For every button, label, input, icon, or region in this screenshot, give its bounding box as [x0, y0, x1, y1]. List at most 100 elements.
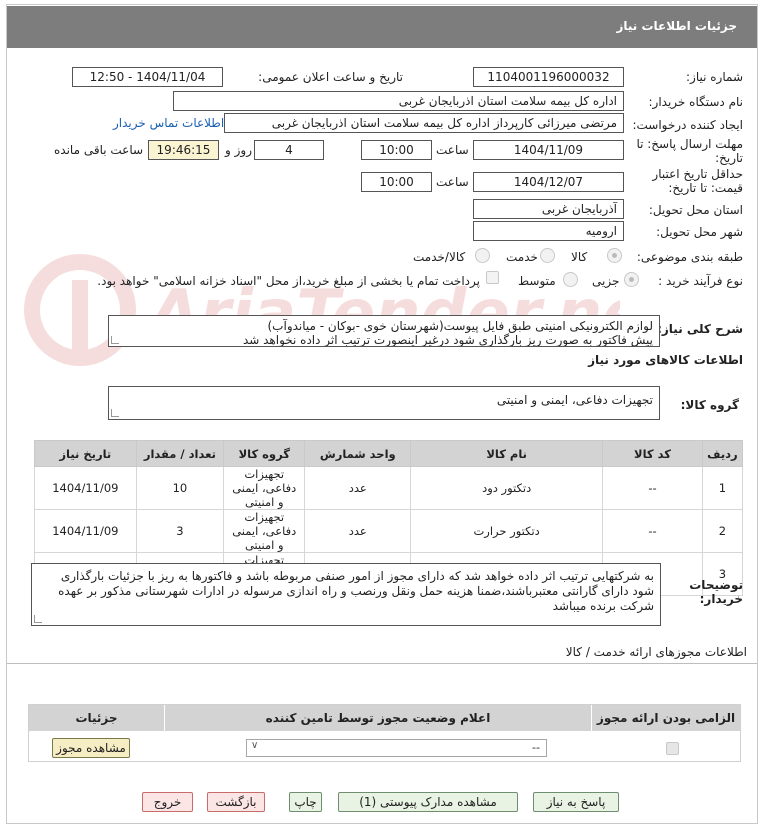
permit-required-checkbox[interactable]: [666, 742, 679, 755]
exit-button[interactable]: خروج: [142, 792, 193, 812]
col-group: گروه کالا: [223, 440, 306, 467]
cell-group: تجهیزات دفاعی، ایمنی و امنیتی: [223, 509, 306, 553]
deadline-label-line1: مهلت ارسال پاسخ: تا: [636, 137, 743, 151]
col-date: تاریخ نیاز: [34, 440, 137, 467]
validity-label: حداقل تاریخ اعتبار قیمت: تا تاریخ:: [633, 167, 743, 195]
col-unit: واحد شمارش: [304, 440, 412, 467]
general-desc-line2: پیش فاکتور به صورت ریز بارگذاری شود درغی…: [242, 333, 653, 347]
buyer-org-label: نام دستگاه خریدار:: [648, 95, 744, 109]
process-option-medium: متوسط: [518, 274, 556, 288]
process-option-minor: جزیی: [592, 274, 620, 288]
deadline-days-field: 4: [254, 140, 324, 160]
remaining-time-label: ساعت باقی مانده: [54, 143, 144, 157]
back-button[interactable]: بازگشت: [207, 792, 265, 812]
validity-label-line2: قیمت: تا تاریخ:: [668, 181, 743, 195]
print-button[interactable]: چاپ: [289, 792, 322, 812]
col-name: نام کالا: [410, 440, 604, 467]
cell-name: دتکتور حرارت: [410, 509, 604, 553]
permit-status-select[interactable]: -- ∨: [246, 739, 547, 757]
resize-handle-icon[interactable]: [34, 615, 42, 623]
validity-time-field: 10:00: [361, 172, 432, 192]
goods-group-textarea[interactable]: تجهیزات دفاعی، ایمنی و امنیتی: [108, 386, 660, 420]
cell-name: دتکتور دود: [410, 466, 604, 510]
category-option-goods: کالا: [571, 250, 588, 264]
announce-label: تاریخ و ساعت اعلان عمومی:: [258, 70, 403, 84]
buyer-notes-textarea[interactable]: به شرکتهایی ترتیب اثر داده خواهد شد که د…: [31, 563, 661, 626]
remaining-time-field: 19:46:15: [148, 140, 219, 160]
resize-handle-icon[interactable]: [111, 336, 119, 344]
buyer-notes-text: به شرکتهایی ترتیب اثر داده خواهد شد که د…: [58, 569, 654, 613]
permits-title: اطلاعات مجوزهای ارائه خدمت / کالا: [565, 645, 747, 659]
permit-status-value: --: [532, 741, 540, 754]
validity-time-label: ساعت: [436, 175, 469, 189]
category-label: طبقه بندی موضوعی:: [636, 250, 743, 264]
buyer-contact-link[interactable]: اطلاعات تماس خریدار: [113, 116, 224, 130]
cell-date: 1404/11/09: [34, 509, 137, 553]
col-row: ردیف: [701, 440, 744, 467]
treasury-checkbox[interactable]: [486, 271, 499, 284]
category-option-goods-service: کالا/خدمت: [413, 250, 466, 264]
general-desc-label: شرح کلی نیاز:: [657, 322, 743, 336]
reply-button[interactable]: پاسخ به نیاز: [533, 792, 619, 812]
resize-handle-icon[interactable]: [111, 409, 119, 417]
requester-label: ایجاد کننده درخواست:: [632, 118, 743, 132]
table-row: 2 -- دتکتور حرارت عدد تجهیزات دفاعی، ایم…: [34, 509, 744, 553]
buyer-notes-label: توضیحات خریدار:: [673, 578, 743, 606]
city-label: شهر محل تحویل:: [656, 225, 743, 239]
section-divider: [7, 663, 757, 664]
deadline-days-label: روز و: [225, 143, 252, 157]
city-field: ارومیه: [473, 221, 624, 241]
goods-table-header: ردیف کد کالا نام کالا واحد شمارش گروه کا…: [34, 440, 744, 467]
process-radio-medium[interactable]: [563, 272, 578, 287]
validity-label-line1: حداقل تاریخ اعتبار: [652, 167, 743, 181]
permits-table: الزامی بودن ارائه مجوز اعلام وضعیت مجوز …: [28, 704, 741, 762]
process-radio-minor[interactable]: [624, 272, 639, 287]
cell-code: --: [602, 466, 703, 510]
cell-unit: عدد: [304, 509, 412, 553]
province-label: استان محل تحویل:: [648, 203, 743, 217]
page-title: جزئیات اطلاعات نیاز: [616, 19, 737, 33]
view-permit-button[interactable]: مشاهده مجوز: [52, 738, 130, 758]
need-number-label: شماره نیاز:: [686, 70, 743, 84]
treasury-note: پرداخت تمام یا بخشی از مبلغ خرید،از محل …: [97, 274, 480, 288]
page-header: جزئیات اطلاعات نیاز: [7, 6, 757, 48]
buyer-notes-label-line2: خریدار:: [699, 592, 743, 606]
deadline-date-field: 1404/11/09: [473, 140, 624, 160]
permits-col-details: جزئیات: [75, 711, 118, 725]
cell-row: 2: [701, 509, 744, 553]
deadline-time-field: 10:00: [361, 140, 432, 160]
cell-unit: عدد: [304, 466, 412, 510]
cell-date: 1404/11/09: [34, 466, 137, 510]
process-label: نوع فرآیند خرید :: [658, 274, 743, 288]
permits-col-required: الزامی بودن ارائه مجوز: [596, 711, 736, 725]
validity-date-field: 1404/12/07: [473, 172, 624, 192]
goods-group-label: گروه کالا:: [680, 398, 739, 412]
goods-group-value: تجهیزات دفاعی، ایمنی و امنیتی: [496, 393, 653, 407]
chevron-down-icon: ∨: [251, 740, 259, 751]
attachments-button[interactable]: مشاهده مدارک پیوستی (1): [338, 792, 518, 812]
cell-group: تجهیزات دفاعی، ایمنی و امنیتی: [223, 466, 306, 510]
deadline-label: مهلت ارسال پاسخ: تا تاریخ:: [633, 137, 743, 165]
category-radio-goods[interactable]: [607, 248, 622, 263]
deadline-label-line2: تاریخ:: [715, 151, 743, 165]
table-row: 1 -- دتکتور دود عدد تجهیزات دفاعی، ایمنی…: [34, 466, 744, 510]
need-number-field: 1104001196000032: [473, 67, 624, 87]
announce-field: 1404/11/04 - 12:50: [72, 67, 223, 87]
cell-code: --: [602, 509, 703, 553]
category-radio-goods-service[interactable]: [475, 248, 490, 263]
col-qty: تعداد / مقدار: [135, 440, 225, 467]
permits-col-status: اعلام وضعیت مجوز توسط تامین کننده: [265, 711, 491, 725]
cell-qty: 10: [135, 466, 225, 510]
buyer-org-field: اداره کل بیمه سلامت استان اذربایجان غربی: [173, 91, 624, 111]
requester-field: مرتضی میرزائی کارپرداز اداره کل بیمه سلا…: [224, 113, 624, 133]
cell-row: 1: [701, 466, 744, 510]
cell-qty: 3: [135, 509, 225, 553]
goods-info-title: اطلاعات کالاهای مورد نیاز: [588, 353, 743, 367]
category-radio-service[interactable]: [540, 248, 555, 263]
category-option-service: خدمت: [506, 250, 538, 264]
buyer-notes-label-line1: توضیحات: [689, 578, 743, 592]
province-field: آذربایجان غربی: [473, 199, 624, 219]
deadline-time-label: ساعت: [436, 143, 469, 157]
general-desc-textarea[interactable]: لوازم الکترونیکی امنیتی طبق فایل پیوست(ش…: [108, 315, 660, 347]
col-code: کد کالا: [602, 440, 703, 467]
